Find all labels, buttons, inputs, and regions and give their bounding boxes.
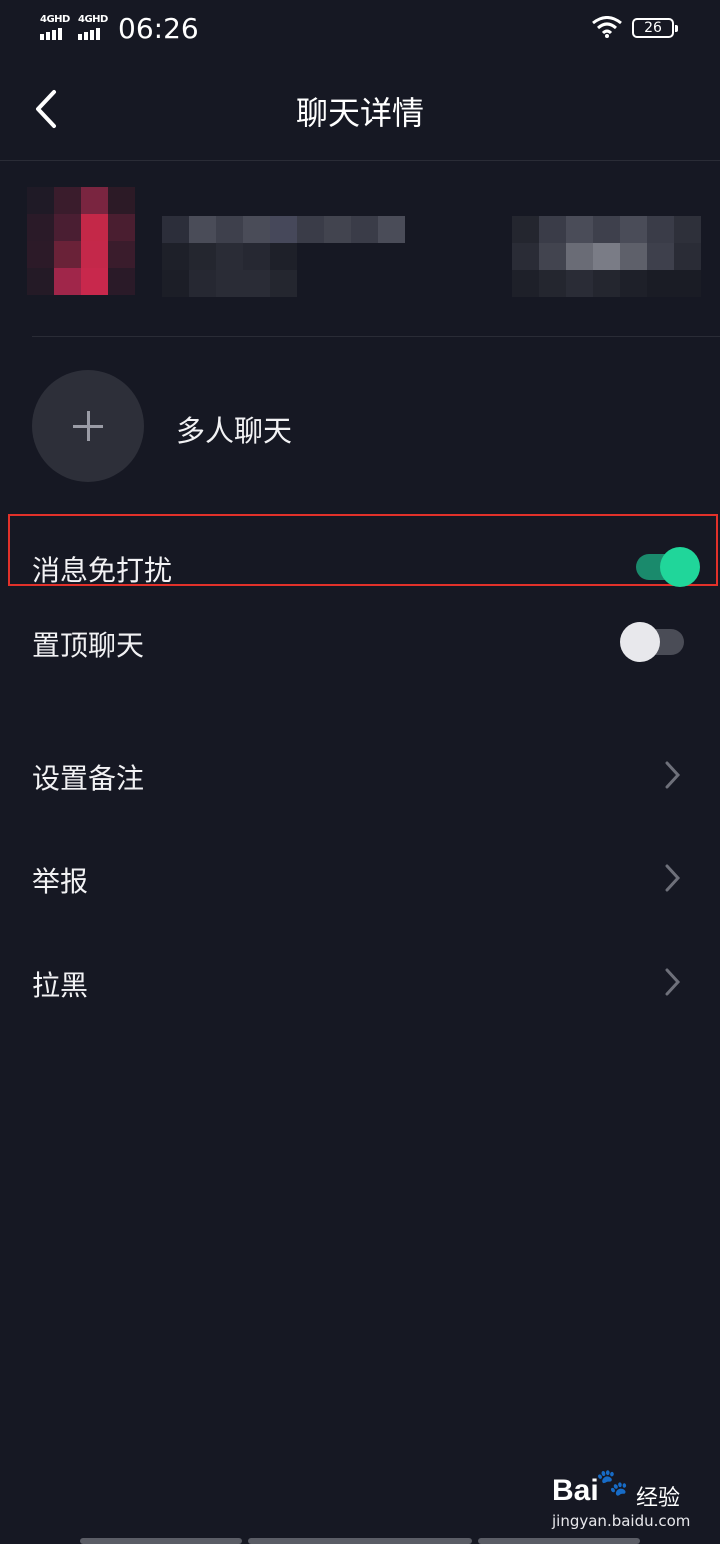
avatar-row-3 [27,241,135,268]
contact-name-blur [162,216,405,243]
page-title: 聊天详情 [295,94,424,132]
wifi-icon [592,16,622,38]
status-bar: 4GHD 4GHD 06:26 26 [0,0,720,60]
setting-label: 消息免打扰 [32,554,173,587]
setting-mute-notifications[interactable]: 消息免打扰 [0,527,720,607]
battery-icon: 26 [632,18,678,38]
signal-icon-1: 4GHD [40,14,72,40]
home-indicator-3 [478,1538,640,1544]
network-type-2: 4GHD [78,14,108,25]
avatar-row-4 [27,268,135,295]
setting-label: 举报 [32,865,89,898]
home-indicator-2 [248,1538,472,1544]
avatar [27,187,135,214]
contact-name-blur-3 [162,270,297,297]
chevron-right-icon [665,864,681,892]
avatar-row-2 [27,214,135,241]
plus-icon [32,370,144,482]
clock: 06:26 [118,12,199,45]
setting-block[interactable]: 拉黑 [0,942,720,1022]
setting-label: 设置备注 [32,762,145,795]
mute-toggle[interactable] [636,547,700,587]
contact-name-blur-2 [162,243,297,270]
contact-id-blur [512,216,701,243]
battery-level: 26 [644,20,662,36]
group-chat-label: 多人聊天 [176,414,293,448]
chevron-right-icon [665,968,681,996]
chevron-right-icon [665,761,681,789]
setting-label: 拉黑 [32,969,89,1002]
setting-pin-chat[interactable]: 置顶聊天 [0,602,720,682]
paw-icon: 🐾 [596,1468,629,1498]
group-chat-button[interactable]: 多人聊天 [0,368,720,484]
network-type-1: 4GHD [40,14,70,25]
watermark-brand-cn: 经验 [636,1486,681,1511]
pin-toggle[interactable] [620,622,684,662]
toggle-knob [660,547,700,587]
setting-report[interactable]: 举报 [0,838,720,918]
contact-id-blur-2 [512,243,701,270]
watermark-brand: Bai [552,1474,599,1507]
setting-label: 置顶聊天 [32,629,145,662]
setting-remark[interactable]: 设置备注 [0,735,720,815]
baidu-watermark: Bai 🐾 经验 jingyan.baidu.com [552,1468,692,1534]
signal-icon-2: 4GHD [78,14,110,40]
contact-id-blur-3 [512,270,701,297]
toggle-knob [620,622,660,662]
divider [32,336,720,337]
contact-profile[interactable] [0,161,720,336]
home-indicator [80,1538,242,1544]
header: 聊天详情 [0,60,720,161]
watermark-url: jingyan.baidu.com [552,1512,691,1530]
